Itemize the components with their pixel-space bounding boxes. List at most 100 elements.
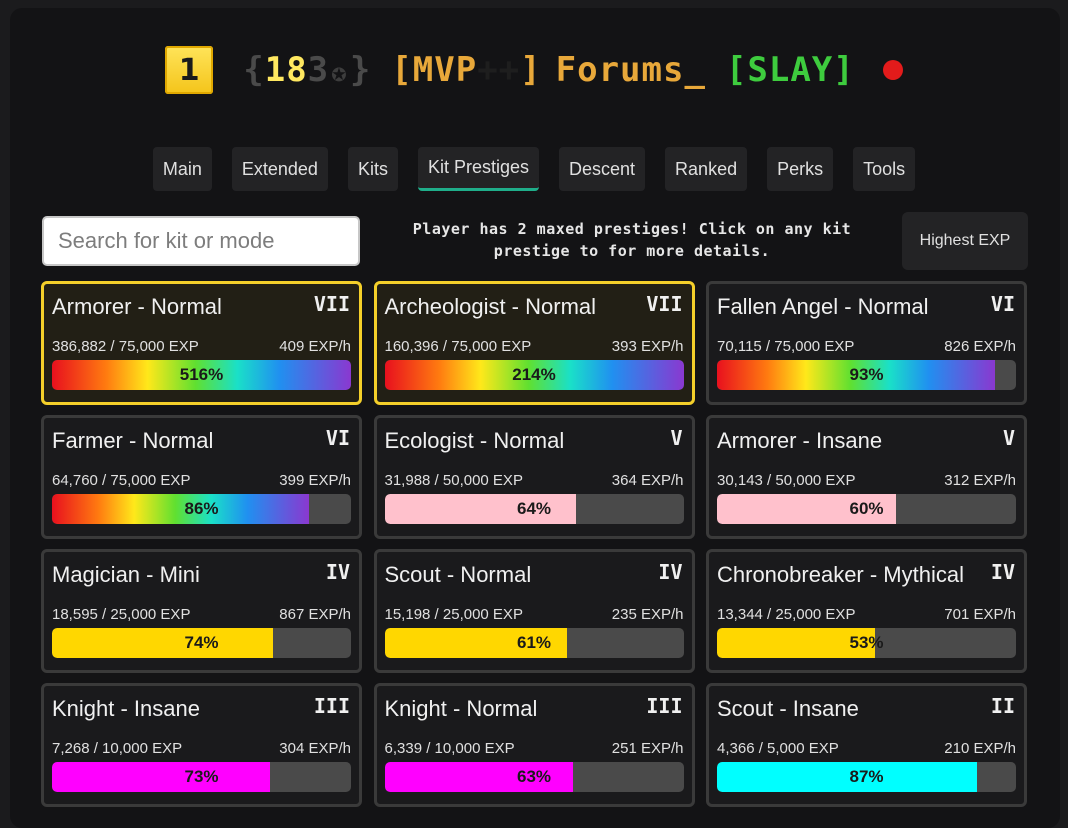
- kit-title: Scout - Insane: [717, 696, 859, 721]
- tab-extended[interactable]: Extended: [231, 147, 328, 191]
- progress-percent: 87%: [849, 767, 884, 786]
- progress-bar: 74%: [52, 628, 351, 658]
- level-open-bracket: {: [243, 50, 265, 90]
- prestige-level: III: [313, 694, 350, 718]
- exp-rate: 399 EXP/h: [279, 472, 351, 489]
- progress-percent: 60%: [849, 499, 884, 518]
- exp-progress-text: 64,760 / 75,000 EXP: [52, 472, 191, 489]
- exp-rate: 312 EXP/h: [944, 472, 1016, 489]
- exp-rate: 251 EXP/h: [611, 740, 684, 757]
- kit-title: Knight - Normal: [384, 696, 538, 721]
- level-digits-primary: 18: [264, 50, 308, 90]
- progress-percent: 64%: [516, 499, 552, 518]
- tab-bar: Main Extended Kits Kit Prestiges Descent Rank…: [0, 147, 1068, 191]
- kit-prestige-card[interactable]: Knight - Normal III 6,339 / 10,000 EXP 251 …: [373, 683, 695, 807]
- prestige-level: VI: [325, 426, 350, 450]
- kit-title: Fallen Angel - Normal: [717, 294, 929, 319]
- level-digits-secondary: 3: [307, 50, 330, 90]
- kit-prestige-card[interactable]: Armorer - Normal VII 386,882 / 75,000 EXP 4…: [41, 281, 362, 405]
- kit-prestige-card[interactable]: Magician - Mini IV 18,595 / 25,000 EXP 867 …: [41, 549, 362, 673]
- exp-progress-text: 31,988 / 50,000 EXP: [384, 472, 523, 489]
- search-input[interactable]: [42, 216, 360, 266]
- maxed-notice: Player has 2 maxed prestiges! Click on a…: [412, 220, 852, 260]
- rank-tag: [MVP++]: [391, 50, 541, 90]
- exp-progress-text: 386,882 / 75,000 EXP: [52, 338, 199, 355]
- progress-bar: 87%: [717, 762, 1016, 792]
- kit-prestige-card[interactable]: Farmer - Normal VI 64,760 / 75,000 EXP 399 …: [41, 415, 362, 539]
- exp-progress-text: 7,268 / 10,000 EXP: [52, 740, 183, 757]
- prestige-level: VII: [646, 292, 683, 316]
- level-display: {183✪}: [243, 50, 371, 90]
- kit-prestige-card[interactable]: Knight - Insane III 7,268 / 10,000 EXP 304 …: [41, 683, 362, 807]
- rank-badge: 1: [165, 46, 214, 94]
- exp-progress-text: 15,198 / 25,000 EXP: [384, 606, 523, 623]
- tab-main[interactable]: Main: [152, 147, 212, 191]
- prestige-level: IV: [990, 560, 1015, 584]
- star-icon: ✪: [331, 58, 348, 88]
- kit-title: Armorer - Insane: [717, 428, 883, 453]
- kit-title: Magician - Mini: [52, 562, 200, 587]
- exp-progress-text: 4,366 / 5,000 EXP: [717, 740, 839, 757]
- progress-bar: 93%: [717, 360, 1016, 390]
- level-close-bracket: }: [349, 50, 372, 90]
- kit-title: Archeologist - Normal: [384, 294, 597, 319]
- progress-percent: 516%: [179, 365, 224, 384]
- exp-progress-text: 13,344 / 25,000 EXP: [717, 606, 856, 623]
- rank-tag-plus: ++: [477, 50, 521, 90]
- exp-progress-text: 70,115 / 75,000 EXP: [717, 338, 855, 355]
- progress-bar: 86%: [52, 494, 351, 524]
- kit-prestige-card[interactable]: Scout - Insane II 4,366 / 5,000 EXP 210 EXP…: [706, 683, 1027, 807]
- tab-tools[interactable]: Tools: [853, 147, 916, 191]
- kit-title: Chronobreaker - Mythical: [717, 562, 964, 587]
- exp-rate: 867 EXP/h: [279, 606, 351, 623]
- prestige-level: III: [646, 694, 683, 718]
- progress-bar: 61%: [384, 628, 684, 658]
- exp-progress-text: 6,339 / 10,000 EXP: [384, 740, 515, 757]
- prestige-level: IV: [325, 560, 350, 584]
- exp-progress-text: 160,396 / 75,000 EXP: [384, 338, 532, 355]
- kit-prestige-card[interactable]: Scout - Normal IV 15,198 / 25,000 EXP 235 E…: [373, 549, 695, 673]
- prestige-level: IV: [658, 560, 683, 584]
- exp-rate: 235 EXP/h: [611, 606, 684, 623]
- kit-prestige-card[interactable]: Armorer - Insane V 30,143 / 50,000 EXP 312 …: [706, 415, 1027, 539]
- prestige-level: VII: [313, 292, 350, 316]
- kit-prestige-grid: Armorer - Normal VII 386,882 / 75,000 EXP 4…: [41, 281, 1027, 807]
- exp-rate: 826 EXP/h: [944, 338, 1016, 355]
- player-header: 1 {183✪} [MVP++] Forums_ [SLAY]: [0, 44, 1068, 96]
- kit-title: Farmer - Normal: [52, 428, 214, 453]
- kit-prestige-card[interactable]: Archeologist - Normal VII 160,396 / 75,000…: [373, 281, 695, 405]
- progress-percent: 93%: [849, 365, 884, 384]
- tab-ranked[interactable]: Ranked: [665, 147, 748, 191]
- kit-prestige-card[interactable]: Ecologist - Normal V 31,988 / 50,000 EXP 36…: [373, 415, 695, 539]
- exp-rate: 409 EXP/h: [279, 338, 351, 355]
- rank-tag-close: ]: [520, 50, 542, 90]
- progress-bar: 516%: [52, 360, 351, 390]
- prestige-level: V: [1002, 426, 1015, 450]
- progress-bar: 73%: [52, 762, 351, 792]
- kit-title: Knight - Insane: [52, 696, 200, 721]
- tab-descent[interactable]: Descent: [559, 147, 646, 191]
- kit-prestige-card[interactable]: Chronobreaker - Mythical IV 13,344 / 25,00…: [706, 549, 1027, 673]
- guild-tag: [SLAY]: [725, 50, 855, 90]
- prestige-level: V: [670, 426, 683, 450]
- tab-kit-prestiges[interactable]: Kit Prestiges: [417, 147, 539, 191]
- progress-percent: 74%: [184, 633, 219, 652]
- progress-percent: 86%: [184, 499, 219, 518]
- sort-button[interactable]: Highest EXP: [902, 212, 1028, 270]
- exp-progress-text: 30,143 / 50,000 EXP: [717, 472, 856, 489]
- exp-rate: 701 EXP/h: [944, 606, 1016, 623]
- tab-perks[interactable]: Perks: [767, 147, 834, 191]
- progress-bar: 60%: [717, 494, 1016, 524]
- exp-rate: 364 EXP/h: [611, 472, 684, 489]
- kit-title: Armorer - Normal: [52, 294, 222, 319]
- exp-rate: 304 EXP/h: [279, 740, 351, 757]
- progress-bar: 63%: [384, 762, 684, 792]
- progress-percent: 61%: [516, 633, 552, 652]
- kit-title: Scout - Normal: [384, 562, 532, 587]
- kit-title: Ecologist - Normal: [384, 428, 565, 453]
- kit-prestige-card[interactable]: Fallen Angel - Normal VI 70,115 / 75,000 E…: [706, 281, 1027, 405]
- progress-bar: 53%: [717, 628, 1016, 658]
- rank-tag-open: [MVP: [391, 50, 478, 90]
- progress-percent: 53%: [849, 633, 884, 652]
- tab-kits[interactable]: Kits: [347, 147, 398, 191]
